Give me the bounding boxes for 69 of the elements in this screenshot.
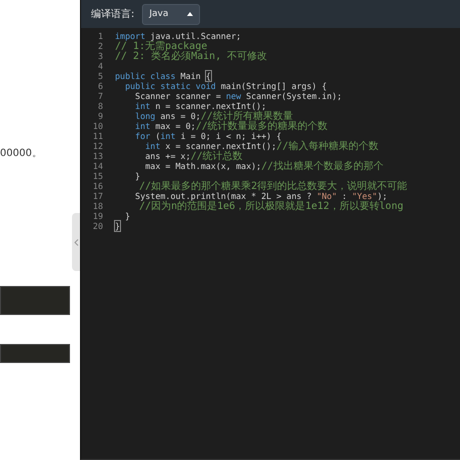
code-text: n = scanner.nextInt(); <box>154 101 266 111</box>
line-number: 17 <box>92 191 103 201</box>
code-keyword: int <box>134 101 150 111</box>
code-keyword: import <box>115 31 146 41</box>
code-text: Scanner scanner = <box>134 91 222 101</box>
code-text: ans += x; <box>144 151 191 161</box>
code-text: Main <box>180 71 202 81</box>
line-number: 2 <box>96 41 103 51</box>
code-text: Scanner(System.in); <box>245 91 342 101</box>
line-number: 16 <box>92 181 103 191</box>
problem-text: 00000。 <box>0 147 42 160</box>
code-text: ); <box>377 191 388 201</box>
line-number: 15 <box>92 171 103 181</box>
code-comment: // 1:无需package <box>115 41 208 52</box>
code-comment: //如果最多的那个糖果乘2得到的比总数要大，说明就不可能 <box>138 181 408 192</box>
line-number: 7 <box>96 91 103 101</box>
code-keyword: int <box>134 121 150 131</box>
line-number: 9 <box>96 111 103 121</box>
code-text: max = Math.max(x, max); <box>144 161 262 171</box>
line-number: 11 <box>92 131 103 141</box>
line-number: 20 <box>92 221 103 231</box>
line-number: 4 <box>96 61 103 71</box>
code-comment: //统计所有糖果数量 <box>200 111 293 122</box>
chevron-left-icon <box>74 238 78 246</box>
code-block <box>0 344 70 363</box>
code-text: x = scanner.nextInt(); <box>164 141 276 151</box>
code-comment: //因为n的范围是1e6，所以极限就是1e12，所以要转long <box>139 201 404 212</box>
code-text: java.util.Scanner; <box>149 31 242 41</box>
line-number: 5 <box>96 71 103 81</box>
code-comment: //统计总数 <box>190 151 243 162</box>
language-label: 编译语言: <box>91 8 134 21</box>
line-number: 6 <box>96 81 103 91</box>
code-comment: // 2: 类名必须Main, 不可修改 <box>115 51 268 62</box>
code-keyword: int <box>144 141 160 151</box>
code-text: } <box>134 171 140 181</box>
language-select[interactable]: Java <box>142 4 200 24</box>
line-number: 3 <box>96 51 103 61</box>
code-keyword: long <box>134 111 156 121</box>
line-number: 12 <box>92 141 103 151</box>
code-keyword: for <box>134 131 150 141</box>
code-text: main(String[] args) { <box>220 81 327 91</box>
code-text: System.out.println(max * 2L > ans ? <box>134 191 313 201</box>
line-number: 19 <box>92 211 103 221</box>
line-number: 13 <box>92 151 103 161</box>
code-keyword: public class <box>115 71 176 81</box>
line-number: 18 <box>92 201 103 211</box>
code-text: ans = 0; <box>159 111 201 121</box>
code-comment: //找出糖果个数最多的那个 <box>261 161 384 172</box>
code-comment: //输入每种糖果的个数 <box>276 141 378 152</box>
caret-icon <box>187 12 194 16</box>
line-number: 14 <box>92 161 103 171</box>
bracket-match: } <box>115 221 120 231</box>
code-text: } <box>124 211 130 221</box>
code-comment: //统计数量最多的糖果的个数 <box>196 121 328 132</box>
code-text: : <box>342 191 347 201</box>
collapse-handle[interactable] <box>72 213 80 271</box>
bracket-match: { <box>206 71 211 81</box>
code-string: "No" <box>316 191 337 201</box>
code-text: max = 0; <box>154 121 196 131</box>
code-text: ( <box>154 131 160 141</box>
code-text: i = 0; i < n; i++) { <box>180 131 282 141</box>
line-number: 10 <box>92 121 103 131</box>
code-keyword: new <box>226 91 242 101</box>
code-block <box>0 286 70 315</box>
line-number: 1 <box>96 31 103 41</box>
code-keyword: int <box>160 131 176 141</box>
code-keyword: public static void <box>124 81 216 91</box>
line-number: 8 <box>96 101 103 111</box>
code-string: "Yes" <box>352 191 378 201</box>
